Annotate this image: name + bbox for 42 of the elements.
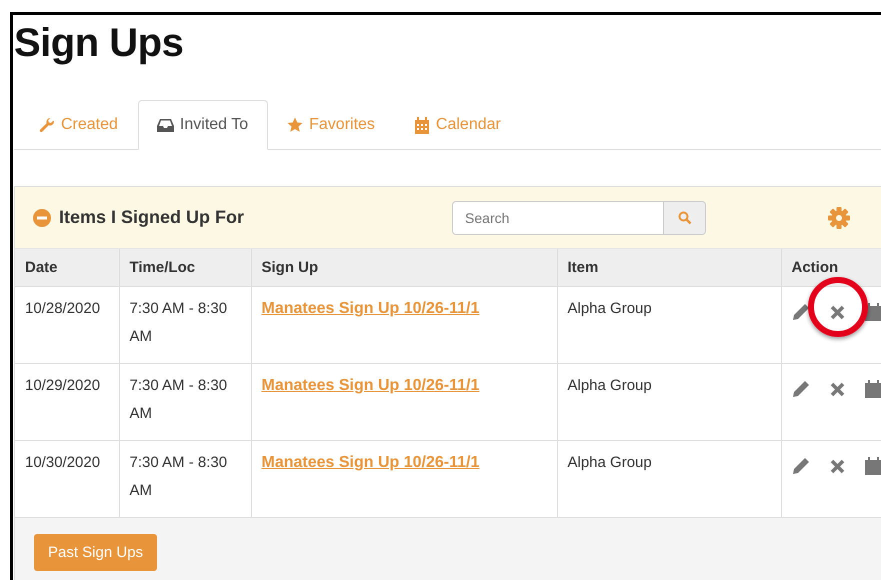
column-header: Sign Up [251,249,557,286]
column-header: Time/Loc [119,249,251,286]
search-button[interactable] [664,200,706,234]
date-cell-text: 10/29/2020 [25,376,100,396]
column-header: Date [15,249,119,286]
panel-title: Items I Signed Up For [59,207,244,228]
item-cell-text: Alpha Group [568,453,652,473]
calendar-icon[interactable] [864,380,881,398]
calendar-icon [414,116,430,134]
tab[interactable]: Favorites [268,100,395,150]
edit-icon[interactable] [792,303,810,321]
minus-circle-icon [33,208,51,226]
column-header: Action [781,249,881,286]
tab[interactable]: Calendar [394,100,521,150]
wrench-icon [39,117,55,133]
tab[interactable]: Invited To [138,100,268,150]
item-cell-text: Alpha Group [568,299,652,319]
search-field[interactable]: Search [452,200,664,234]
edit-icon[interactable] [792,457,810,475]
signup-link[interactable]: Manatees Sign Up 10/26-11/1 [262,300,480,317]
star-icon [287,117,304,133]
column-header: Item [557,249,781,286]
past-signups-button[interactable]: Past Sign Ups [34,534,158,571]
signup-link[interactable]: Manatees Sign Up 10/26-11/1 [262,454,480,471]
time-cell-text: 7:30 AM - 8:30 AM [130,376,228,424]
inbox-icon [156,118,174,132]
signup-link[interactable]: Manatees Sign Up 10/26-11/1 [262,377,480,394]
close-icon[interactable] [830,458,844,474]
edit-icon[interactable] [792,380,810,398]
page-title: Sign Ups [13,20,184,67]
close-icon[interactable] [830,304,844,320]
time-cell-text: 7:30 AM - 8:30 AM [130,299,228,347]
settings-icon[interactable] [828,206,850,228]
item-cell-text: Alpha Group [568,376,652,396]
date-cell-text: 10/30/2020 [25,453,100,473]
calendar-icon[interactable] [864,303,881,321]
date-cell-text: 10/28/2020 [25,299,100,319]
time-cell-text: 7:30 AM - 8:30 AM [130,453,228,501]
search-icon [678,210,692,224]
close-icon[interactable] [830,382,844,396]
tab[interactable]: Created [20,100,138,150]
calendar-icon[interactable] [864,457,881,475]
